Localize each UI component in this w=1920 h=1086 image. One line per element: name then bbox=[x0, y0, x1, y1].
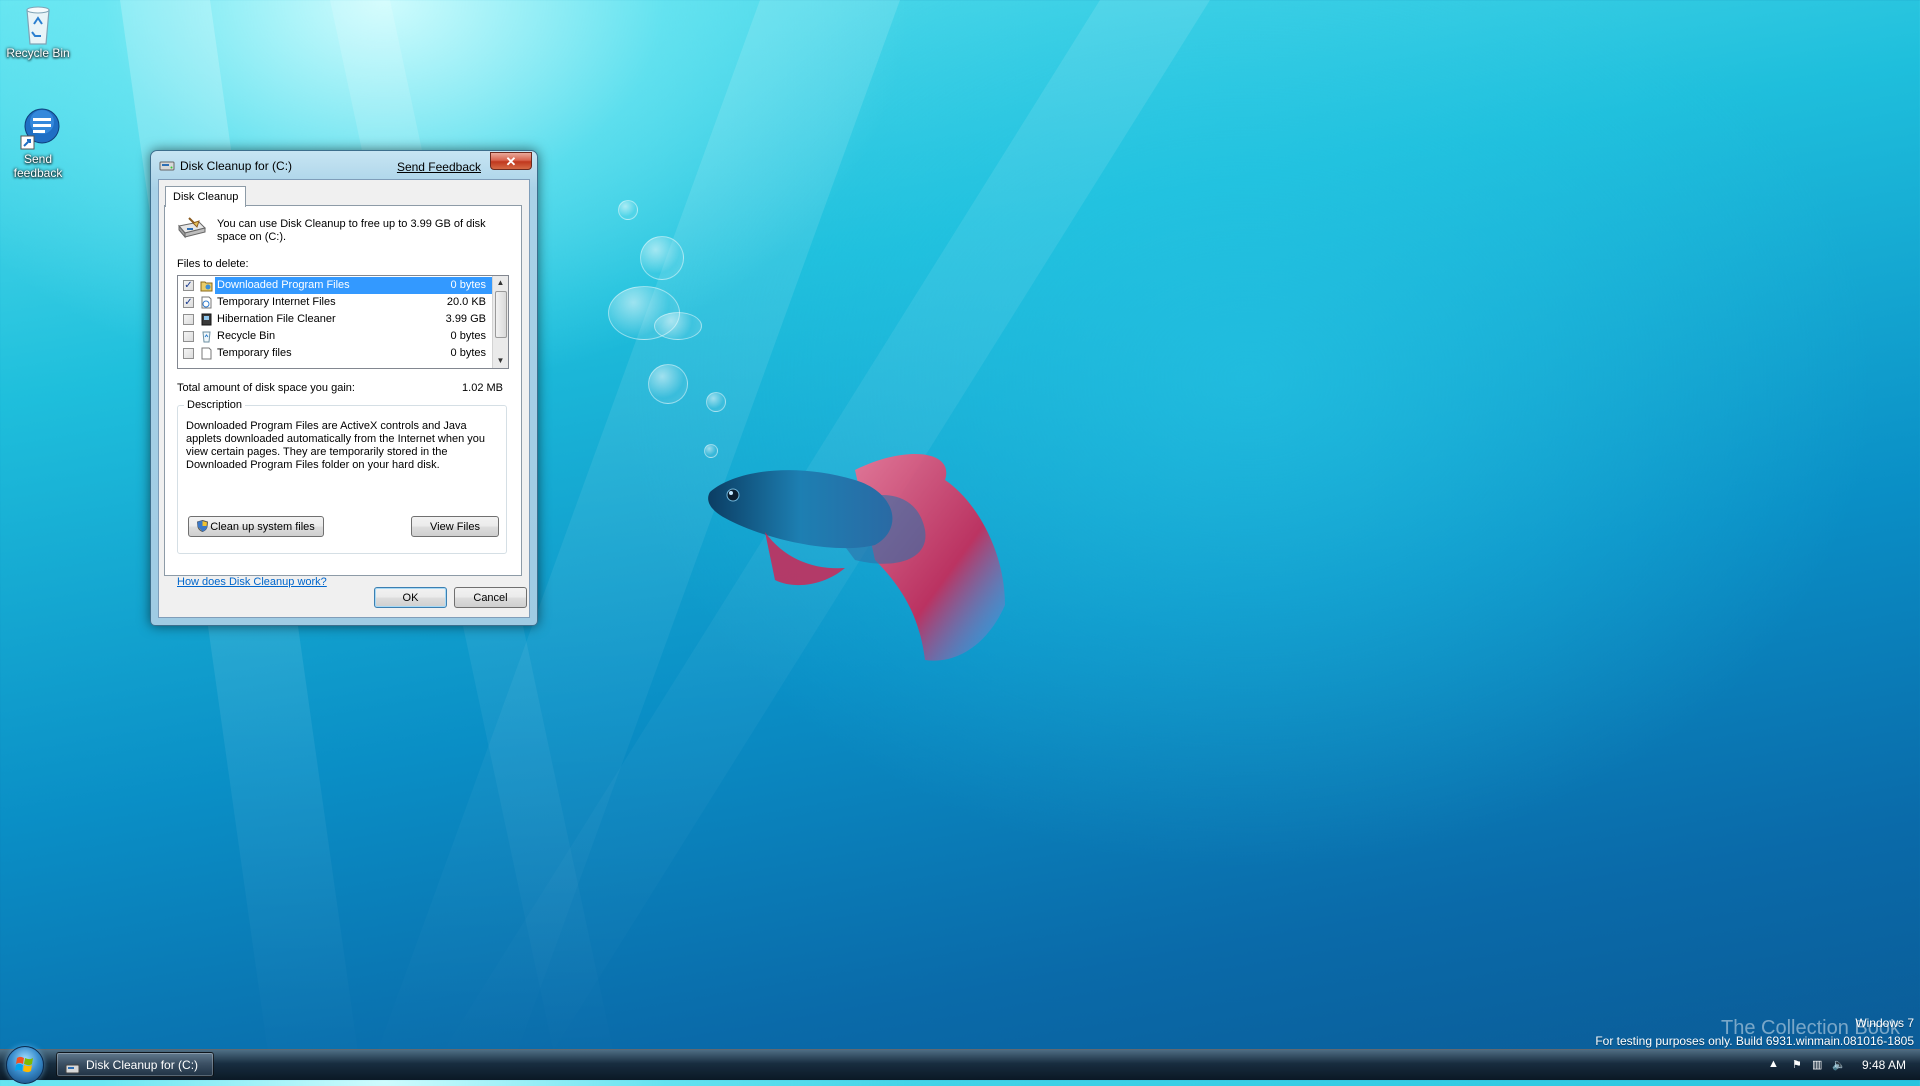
tab-disk-cleanup[interactable]: Disk Cleanup bbox=[165, 186, 247, 207]
scroll-up-arrow-icon[interactable]: ▲ bbox=[493, 276, 508, 290]
bubble bbox=[654, 312, 702, 340]
how-does-disk-cleanup-work-link[interactable]: How does Disk Cleanup work? bbox=[177, 576, 327, 588]
checkbox[interactable]: ✓ bbox=[183, 297, 194, 308]
file-category-size: 0 bytes bbox=[450, 279, 486, 291]
total-space-label: Total amount of disk space you gain: bbox=[177, 382, 355, 394]
file-category-size: 0 bytes bbox=[450, 347, 486, 359]
cancel-button[interactable]: Cancel bbox=[454, 587, 527, 608]
clock[interactable]: 9:48 AM bbox=[1862, 1058, 1906, 1072]
scroll-down-arrow-icon[interactable]: ▼ bbox=[493, 354, 508, 368]
recycle-bin-icon bbox=[18, 2, 58, 45]
action-center-icon[interactable]: ⚑ bbox=[1792, 1058, 1802, 1071]
ok-button[interactable]: OK bbox=[374, 587, 447, 608]
betta-fish-illustration bbox=[708, 453, 1005, 661]
page-icon bbox=[200, 296, 213, 309]
taskbar-button-label: Disk Cleanup for (C:) bbox=[86, 1058, 199, 1072]
checkbox[interactable] bbox=[183, 331, 194, 342]
recycle-bin-icon bbox=[200, 330, 213, 343]
blank-file-icon bbox=[200, 347, 213, 360]
feedback-icon bbox=[18, 108, 60, 150]
close-button[interactable]: ✕ bbox=[490, 152, 532, 170]
bubble bbox=[706, 392, 726, 412]
bubble bbox=[618, 200, 638, 220]
send-feedback-link[interactable]: Send Feedback bbox=[397, 160, 481, 174]
folder-icon bbox=[200, 279, 213, 292]
list-item-temporary-files[interactable]: Temporary files 0 bytes bbox=[178, 345, 492, 362]
start-button[interactable] bbox=[6, 1046, 44, 1084]
list-item-temporary-internet-files[interactable]: ✓ Temporary Internet Files 20.0 KB bbox=[178, 294, 492, 311]
file-category-name: Hibernation File Cleaner bbox=[217, 313, 336, 325]
checkbox[interactable] bbox=[183, 348, 194, 359]
window-title: Disk Cleanup for (C:) bbox=[180, 159, 293, 173]
taskbar: Disk Cleanup for (C:) ▲ ⚑ ▥ 🔈 9:48 AM bbox=[0, 1046, 1920, 1084]
desktop-icon-label: Send feedback bbox=[13, 152, 63, 180]
disk-cleanup-large-icon bbox=[177, 216, 207, 240]
files-to-delete-label: Files to delete: bbox=[177, 258, 249, 270]
view-files-button[interactable]: View Files bbox=[411, 516, 499, 537]
file-category-name: Recycle Bin bbox=[217, 330, 276, 342]
windows-logo-icon bbox=[15, 1056, 33, 1073]
file-category-name: Downloaded Program Files bbox=[217, 279, 350, 291]
show-hidden-icons-icon[interactable]: ▲ bbox=[1768, 1058, 1779, 1070]
volume-icon[interactable]: 🔈 bbox=[1832, 1058, 1846, 1071]
disk-cleanup-icon bbox=[65, 1059, 80, 1074]
list-item-recycle-bin[interactable]: Recycle Bin 0 bytes bbox=[178, 328, 492, 345]
bubble bbox=[640, 236, 684, 280]
computer-icon bbox=[200, 313, 213, 326]
disk-cleanup-tab-panel: You can use Disk Cleanup to free up to 3… bbox=[164, 205, 522, 588]
file-category-name: Temporary Internet Files bbox=[217, 296, 336, 308]
file-category-size: 20.0 KB bbox=[446, 296, 486, 308]
description-text: Downloaded Program Files are ActiveX con… bbox=[186, 420, 486, 471]
scroll-thumb[interactable] bbox=[495, 291, 507, 338]
disk-cleanup-icon bbox=[159, 159, 175, 172]
system-tray: ▲ ⚑ ▥ 🔈 9:48 AM bbox=[1750, 1050, 1920, 1080]
site-watermark: The Collection Book bbox=[1721, 1017, 1900, 1039]
checkbox[interactable]: ✓ bbox=[183, 280, 194, 291]
clean-up-system-files-button[interactable]: Clean up system files bbox=[188, 516, 324, 537]
desktop-icon-send-feedback[interactable]: Send feedback bbox=[0, 108, 76, 180]
uac-shield-icon bbox=[197, 519, 209, 533]
network-icon[interactable]: ▥ bbox=[1812, 1058, 1822, 1071]
list-item-hibernation-file-cleaner[interactable]: Hibernation File Cleaner 3.99 GB bbox=[178, 311, 492, 328]
list-scrollbar[interactable]: ▲ ▼ bbox=[492, 276, 508, 368]
intro-text: You can use Disk Cleanup to free up to 3… bbox=[217, 218, 486, 243]
file-category-size: 3.99 GB bbox=[445, 313, 486, 325]
clean-up-system-files-label: Clean up system files bbox=[210, 521, 315, 533]
description-group: Description Downloaded Program Files are… bbox=[177, 399, 507, 554]
files-to-delete-list[interactable]: ✓ Downloaded Program Files 0 bytes ✓ Tem… bbox=[177, 275, 509, 369]
taskbar-button-disk-cleanup[interactable]: Disk Cleanup for (C:) bbox=[56, 1052, 214, 1077]
title-bar[interactable]: Disk Cleanup for (C:) Send Feedback ✕ bbox=[151, 151, 537, 179]
disk-cleanup-window: Disk Cleanup for (C:) Send Feedback ✕ Di… bbox=[150, 150, 538, 626]
list-item-downloaded-program-files[interactable]: ✓ Downloaded Program Files 0 bytes bbox=[178, 277, 492, 294]
desktop-icon-label: Recycle Bin bbox=[6, 46, 70, 60]
file-category-name: Temporary files bbox=[217, 347, 292, 359]
file-category-size: 0 bytes bbox=[450, 330, 486, 342]
total-space-value: 1.02 MB bbox=[462, 382, 503, 394]
description-legend: Description bbox=[184, 399, 246, 411]
dialog-client-area: Disk Cleanup You can use Disk Cleanup to… bbox=[158, 179, 530, 618]
bubble bbox=[648, 364, 688, 404]
checkbox[interactable] bbox=[183, 314, 194, 325]
desktop-icon-recycle-bin[interactable]: Recycle Bin bbox=[0, 2, 76, 60]
